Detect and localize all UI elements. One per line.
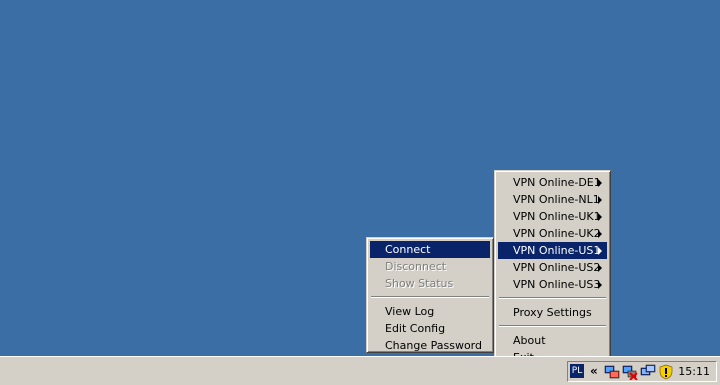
network-icon[interactable] — [640, 364, 656, 380]
menu-item-edit-config[interactable]: Edit Config — [370, 320, 490, 337]
submenu-arrow-icon — [598, 230, 602, 238]
menu-item-label: Show Status — [385, 277, 454, 290]
network-icon[interactable] — [604, 364, 620, 380]
menu-item-vpn-us1[interactable]: VPN Online-US1 — [498, 242, 607, 259]
taskbar: PL « 15:11 — [0, 356, 720, 385]
menu-item-label: VPN Online-DE1 — [513, 176, 601, 189]
menu-item-label: Edit Config — [385, 322, 446, 335]
menu-item-view-log[interactable]: View Log — [370, 303, 490, 320]
menu-item-vpn-us3[interactable]: VPN Online-US3 — [498, 276, 607, 293]
menu-item-show-status[interactable]: Show Status — [370, 275, 490, 292]
menu-item-vpn-uk2[interactable]: VPN Online-UK2 — [498, 225, 607, 242]
menu-item-label: Change Password — [385, 339, 482, 352]
menu-item-label: View Log — [385, 305, 435, 318]
submenu-arrow-icon — [598, 281, 602, 289]
connection-submenu: Connect Disconnect Show Status View Log … — [366, 237, 494, 353]
menu-item-label: VPN Online-UK1 — [513, 210, 601, 223]
show-hidden-icons-button[interactable]: « — [590, 363, 598, 380]
menu-item-label: VPN Online-US1 — [513, 244, 601, 257]
menu-item-label: Proxy Settings — [513, 306, 592, 319]
submenu-arrow-icon — [598, 179, 602, 187]
menu-item-label: Connect — [385, 243, 431, 256]
menu-item-label: VPN Online-UK2 — [513, 227, 601, 240]
menu-item-label: VPN Online-NL1 — [513, 193, 600, 206]
submenu-arrow-icon — [598, 264, 602, 272]
menu-item-label: Disconnect — [385, 260, 447, 273]
menu-item-label: VPN Online-US2 — [513, 261, 601, 274]
submenu-arrow-icon — [598, 213, 602, 221]
system-tray: PL « 15:11 — [567, 361, 717, 382]
menu-item-proxy-settings[interactable]: Proxy Settings — [498, 304, 607, 321]
menu-item-about[interactable]: About — [498, 332, 607, 349]
clock[interactable]: 15:11 — [678, 362, 710, 381]
menu-separator — [499, 297, 606, 299]
menu-item-vpn-nl1[interactable]: VPN Online-NL1 — [498, 191, 607, 208]
submenu-arrow-icon — [598, 247, 602, 255]
network-disconnected-icon[interactable] — [622, 364, 638, 380]
menu-item-label: VPN Online-US3 — [513, 278, 601, 291]
menu-separator — [499, 325, 606, 327]
menu-item-vpn-us2[interactable]: VPN Online-US2 — [498, 259, 607, 276]
menu-item-label: About — [513, 334, 546, 347]
desktop — [0, 0, 720, 356]
security-shield-icon[interactable] — [658, 364, 674, 380]
menu-item-disconnect[interactable]: Disconnect — [370, 258, 490, 275]
menu-item-vpn-uk1[interactable]: VPN Online-UK1 — [498, 208, 607, 225]
menu-separator — [371, 296, 489, 298]
menu-item-change-password[interactable]: Change Password — [370, 337, 490, 354]
submenu-arrow-icon — [598, 196, 602, 204]
language-indicator[interactable]: PL — [570, 364, 584, 378]
vpn-servers-menu: VPN Online-DE1 VPN Online-NL1 VPN Online… — [494, 170, 611, 364]
menu-item-vpn-de1[interactable]: VPN Online-DE1 — [498, 174, 607, 191]
menu-item-connect[interactable]: Connect — [370, 241, 490, 258]
